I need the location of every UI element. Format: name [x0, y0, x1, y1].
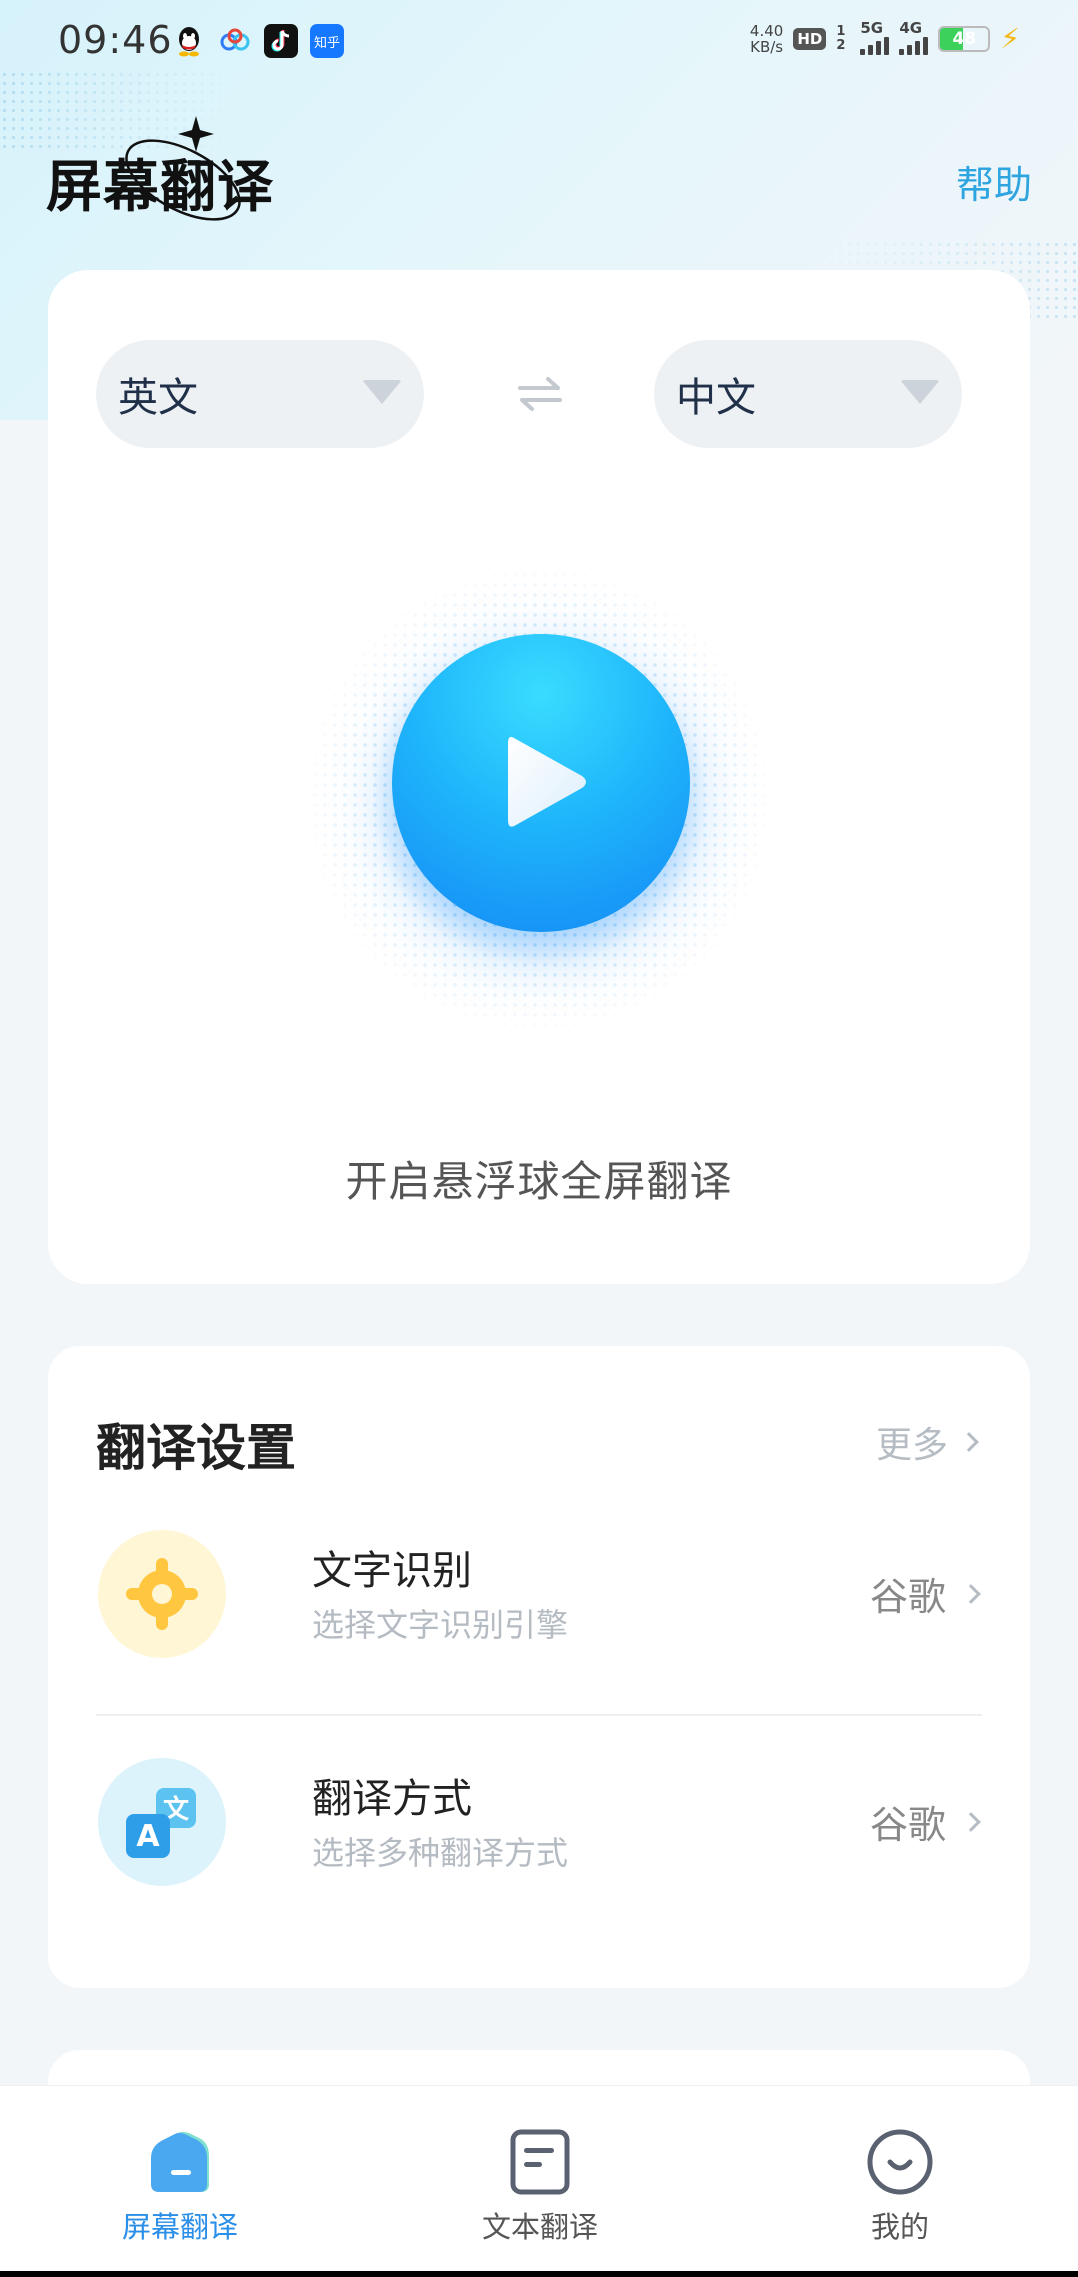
- document-icon: [505, 2126, 575, 2196]
- settings-title: 翻译设置: [96, 1419, 296, 1477]
- nav-label: 我的: [870, 2210, 929, 2244]
- swap-languages-icon[interactable]: [516, 374, 564, 414]
- baidu-netdisk-icon: [218, 24, 252, 58]
- target-language-label: 中文: [676, 375, 756, 421]
- settings-row-translation-method[interactable]: 文 A 翻译方式 选择多种翻译方式 谷歌: [96, 1744, 982, 1924]
- tiktok-icon: [264, 24, 298, 58]
- tab-text-translate[interactable]: 文本翻译: [440, 2126, 640, 2246]
- ocr-target-icon: [98, 1530, 226, 1658]
- status-bar: 09:46 知乎 4.40 KB/s HD 1 2 5G 4G 48 ⚡: [0, 0, 1078, 80]
- chevron-right-icon: [961, 1583, 981, 1604]
- home-icon: [145, 2126, 215, 2196]
- signal-4g-icon: 4G: [899, 19, 929, 55]
- dropdown-triangle-icon: [362, 380, 402, 404]
- target-language-selector[interactable]: 中文: [654, 340, 962, 448]
- nav-label: 文本翻译: [481, 2210, 598, 2244]
- floating-ball-caption: 开启悬浮球全屏翻译: [345, 1157, 733, 1206]
- settings-more-link[interactable]: 更多: [876, 1416, 979, 1468]
- status-indicators: 4.40 KB/s HD 1 2 5G 4G 48 ⚡: [749, 19, 1020, 56]
- signal-5g-icon: 5G: [860, 19, 890, 55]
- settings-row-ocr[interactable]: 文字识别 选择文字识别引擎 谷歌: [96, 1516, 982, 1696]
- tab-mine[interactable]: 我的: [800, 2126, 1000, 2246]
- translate-launch-card: 英文 中文 开启悬浮球全屏翻译: [48, 270, 1030, 1284]
- qq-icon: [172, 24, 206, 58]
- sim-slot-indicator: 1 2: [836, 23, 846, 53]
- home-indicator-bar: [0, 2271, 1078, 2277]
- row-subtitle: 选择文字识别引擎: [312, 1606, 569, 1644]
- start-floating-ball-button[interactable]: [392, 634, 690, 932]
- translate-a-wen-icon: 文 A: [98, 1758, 226, 1886]
- status-time: 09:46: [58, 18, 173, 62]
- battery-icon: 48: [938, 25, 991, 52]
- chevron-right-icon: [959, 1432, 979, 1452]
- translation-settings-card: 翻译设置 更多 文字识别 选择文字识别引擎 谷歌 文 A 翻译方式 选择多种翻译…: [48, 1346, 1030, 1988]
- row-title: 翻译方式: [312, 1776, 472, 1822]
- row-divider: [96, 1714, 982, 1716]
- help-link[interactable]: 帮助: [956, 154, 1032, 209]
- row-value: 谷歌: [870, 1794, 981, 1849]
- nav-label: 屏幕翻译: [121, 2210, 238, 2244]
- row-value: 谷歌: [870, 1566, 981, 1621]
- zhihu-icon: 知乎: [310, 24, 344, 58]
- network-speed: 4.40 KB/s: [749, 21, 784, 56]
- play-icon: [508, 736, 586, 827]
- status-app-icons: 知乎: [172, 24, 344, 58]
- chevron-right-icon: [961, 1811, 981, 1832]
- charging-bolt-icon: ⚡: [1000, 22, 1020, 55]
- dropdown-triangle-icon: [900, 380, 940, 404]
- source-language-label: 英文: [118, 375, 198, 421]
- page-title: 屏幕翻译: [46, 155, 274, 220]
- bottom-navigation: 屏幕翻译 文本翻译 我的: [0, 2085, 1078, 2277]
- tab-screen-translate[interactable]: 屏幕翻译: [80, 2126, 280, 2246]
- smiley-profile-icon: [865, 2126, 935, 2196]
- source-language-selector[interactable]: 英文: [96, 340, 424, 448]
- row-title: 文字识别: [312, 1548, 472, 1594]
- svg-text:A: A: [136, 1819, 160, 1854]
- row-subtitle: 选择多种翻译方式: [312, 1834, 569, 1872]
- hd-voice-badge: HD: [793, 27, 827, 50]
